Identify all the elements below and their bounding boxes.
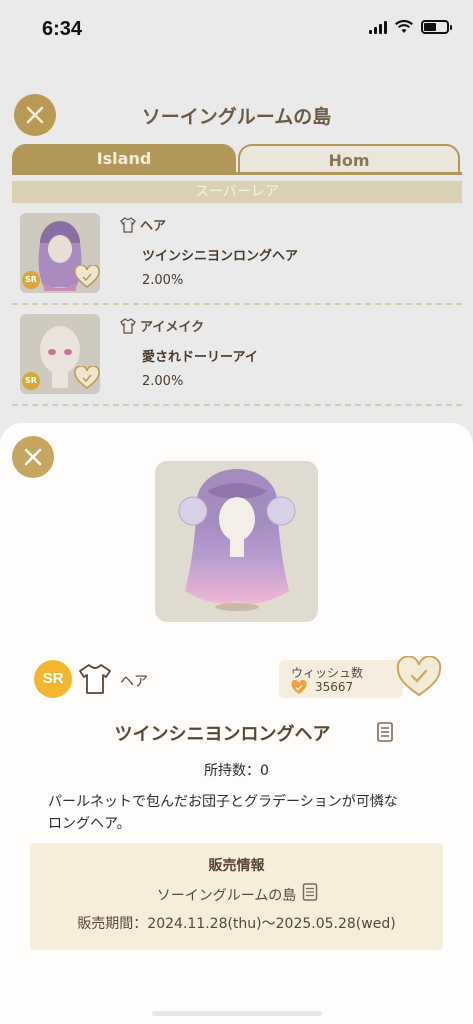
- sale-shop-name: ソーイングルームの島: [156, 888, 297, 904]
- rarity-header: スーパーレア: [12, 181, 462, 203]
- shirt-icon: [79, 664, 111, 694]
- shirt-icon: [120, 216, 136, 233]
- item-category-label: アイメイク: [140, 320, 205, 335]
- document-icon[interactable]: [302, 883, 318, 901]
- item-category: アイメイク: [120, 316, 204, 335]
- item-name: 愛されドーリーアイ: [142, 350, 258, 365]
- tab-island[interactable]: Island: [12, 144, 236, 174]
- sale-info-title: 販売情報: [208, 858, 265, 874]
- item-name: ツインシニヨンロングヘア: [142, 249, 299, 264]
- tab-underline: [12, 172, 462, 175]
- shirt-icon: [120, 317, 136, 334]
- sale-info-box: 販売情報 ソーイングルームの島 販売期間：2024.11.28(thu)～202…: [30, 843, 443, 950]
- rarity-badge: SR: [22, 372, 40, 390]
- heart-check-icon[interactable]: [74, 366, 100, 390]
- list-item[interactable]: SR アイメイク 愛されドーリーアイ 2.00%: [12, 306, 462, 406]
- item-description: パールネットで包んだお団子とグラデーションが可憐なロングヘア。: [48, 794, 398, 832]
- close-icon: [24, 448, 42, 466]
- home-indicator: [152, 1011, 322, 1016]
- wish-heart-button[interactable]: [396, 656, 442, 698]
- hair-preview-image: [178, 469, 296, 611]
- item-rate: 2.00%: [142, 273, 184, 288]
- status-time: 6:34: [42, 18, 83, 40]
- wish-count: 35667: [315, 680, 354, 694]
- list-item[interactable]: SR ヘア ツインシニヨンロングヘア 2.00%: [12, 205, 462, 305]
- wish-label: ウィッシュ数: [291, 666, 364, 680]
- rarity-badge: SR: [34, 660, 72, 698]
- status-icons: [369, 20, 452, 34]
- wish-count-box: ウィッシュ数 35667: [279, 660, 403, 698]
- owned-count: 所持数：0: [204, 763, 269, 779]
- tab-home[interactable]: Hom: [238, 144, 460, 174]
- item-title-text: ツインシニヨンロングヘア: [114, 724, 331, 745]
- close-button[interactable]: [12, 436, 54, 478]
- wifi-icon: [395, 20, 413, 33]
- item-title: ツインシニヨンロングヘア: [0, 720, 473, 746]
- status-bar: 6:34: [0, 0, 473, 58]
- battery-icon: [421, 20, 452, 34]
- item-rate: 2.00%: [142, 374, 184, 389]
- item-preview-image: [155, 461, 318, 622]
- rarity-badge: SR: [22, 271, 40, 289]
- sale-period: 販売期間：2024.11.28(thu)～2025.05.28(wed): [77, 916, 396, 932]
- item-detail-sheet: SR ヘア ウィッシュ数 35667 ツインシニヨンロングヘア 所持数：0 パー…: [0, 423, 473, 1024]
- document-icon[interactable]: [376, 722, 394, 742]
- item-category-label: ヘア: [140, 219, 167, 234]
- tab-bar: Island Hom: [12, 144, 462, 174]
- background-title: ソーイングルームの島: [141, 106, 332, 128]
- item-info-row: SR ヘア ウィッシュ数 35667: [34, 656, 444, 700]
- sale-shop: ソーイングルームの島: [30, 885, 443, 905]
- item-category: ヘア: [120, 215, 166, 234]
- signal-icon: [369, 20, 387, 34]
- heart-check-icon[interactable]: [74, 265, 100, 289]
- heart-check-icon: [291, 680, 307, 694]
- category-label: ヘア: [120, 674, 148, 690]
